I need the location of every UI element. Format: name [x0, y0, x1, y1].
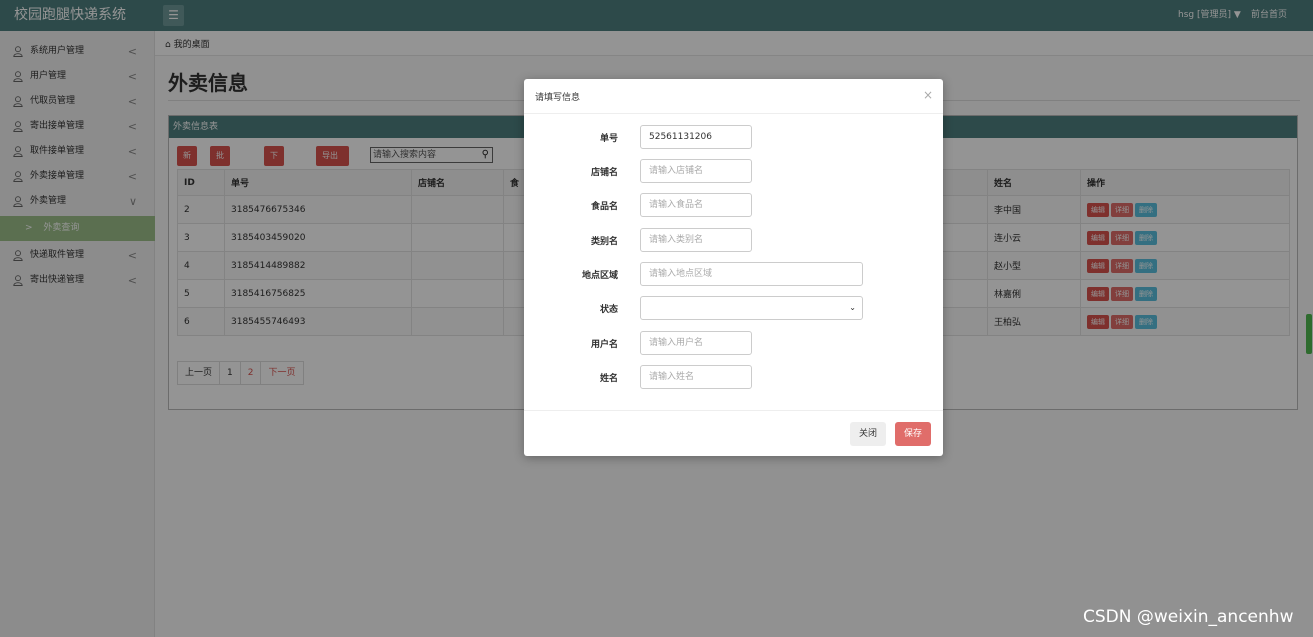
category-label: 类别名 [590, 237, 618, 247]
form-row-area: 地点区域 请输入地点区域 [524, 262, 943, 286]
food-label: 食品名 [590, 202, 618, 212]
area-label: 地点区域 [581, 271, 618, 281]
close-button[interactable]: 关闭 [850, 422, 887, 446]
username-input[interactable]: 请输入用户名 [640, 331, 752, 355]
order-no-label: 单号 [599, 134, 618, 144]
category-input[interactable]: 请输入类别名 [640, 228, 752, 252]
form-row-category: 类别名 请输入类别名 [524, 228, 943, 252]
status-label: 状态 [599, 305, 618, 315]
modal-footer: 关闭 保存 [524, 410, 943, 456]
area-input[interactable]: 请输入地点区域 [640, 262, 863, 286]
form-row-username: 用户名 请输入用户名 [524, 331, 943, 355]
order-no-input[interactable]: 52561131206 [640, 125, 752, 149]
modal-header: 请填写信息 × [524, 79, 943, 114]
realname-input[interactable]: 请输入姓名 [640, 365, 752, 389]
food-input[interactable]: 请输入食品名 [640, 193, 752, 217]
scrollbar[interactable] [1306, 314, 1312, 354]
chevron-down-icon: ⌄ [849, 303, 856, 312]
watermark: CSDN @weixin_ancenhw [1083, 607, 1294, 627]
form-row-shop: 店铺名 请输入店铺名 [524, 159, 943, 183]
form-row-realname: 姓名 请输入姓名 [524, 365, 943, 389]
status-select[interactable]: ⌄ [640, 296, 863, 320]
close-icon[interactable]: × [923, 88, 933, 102]
realname-label: 姓名 [599, 374, 618, 384]
form-row-order-no: 单号 52561131206 [524, 125, 943, 149]
shop-input[interactable]: 请输入店铺名 [640, 159, 752, 183]
shop-label: 店铺名 [590, 168, 618, 178]
save-button[interactable]: 保存 [895, 422, 932, 446]
info-modal: 请填写信息 × 单号 52561131206 店铺名 请输入店铺名 食品名 请输… [524, 79, 943, 456]
modal-title: 请填写信息 [535, 93, 581, 103]
form-row-food: 食品名 请输入食品名 [524, 193, 943, 217]
form-row-status: 状态 ⌄ [524, 296, 943, 320]
username-label: 用户名 [590, 340, 618, 350]
